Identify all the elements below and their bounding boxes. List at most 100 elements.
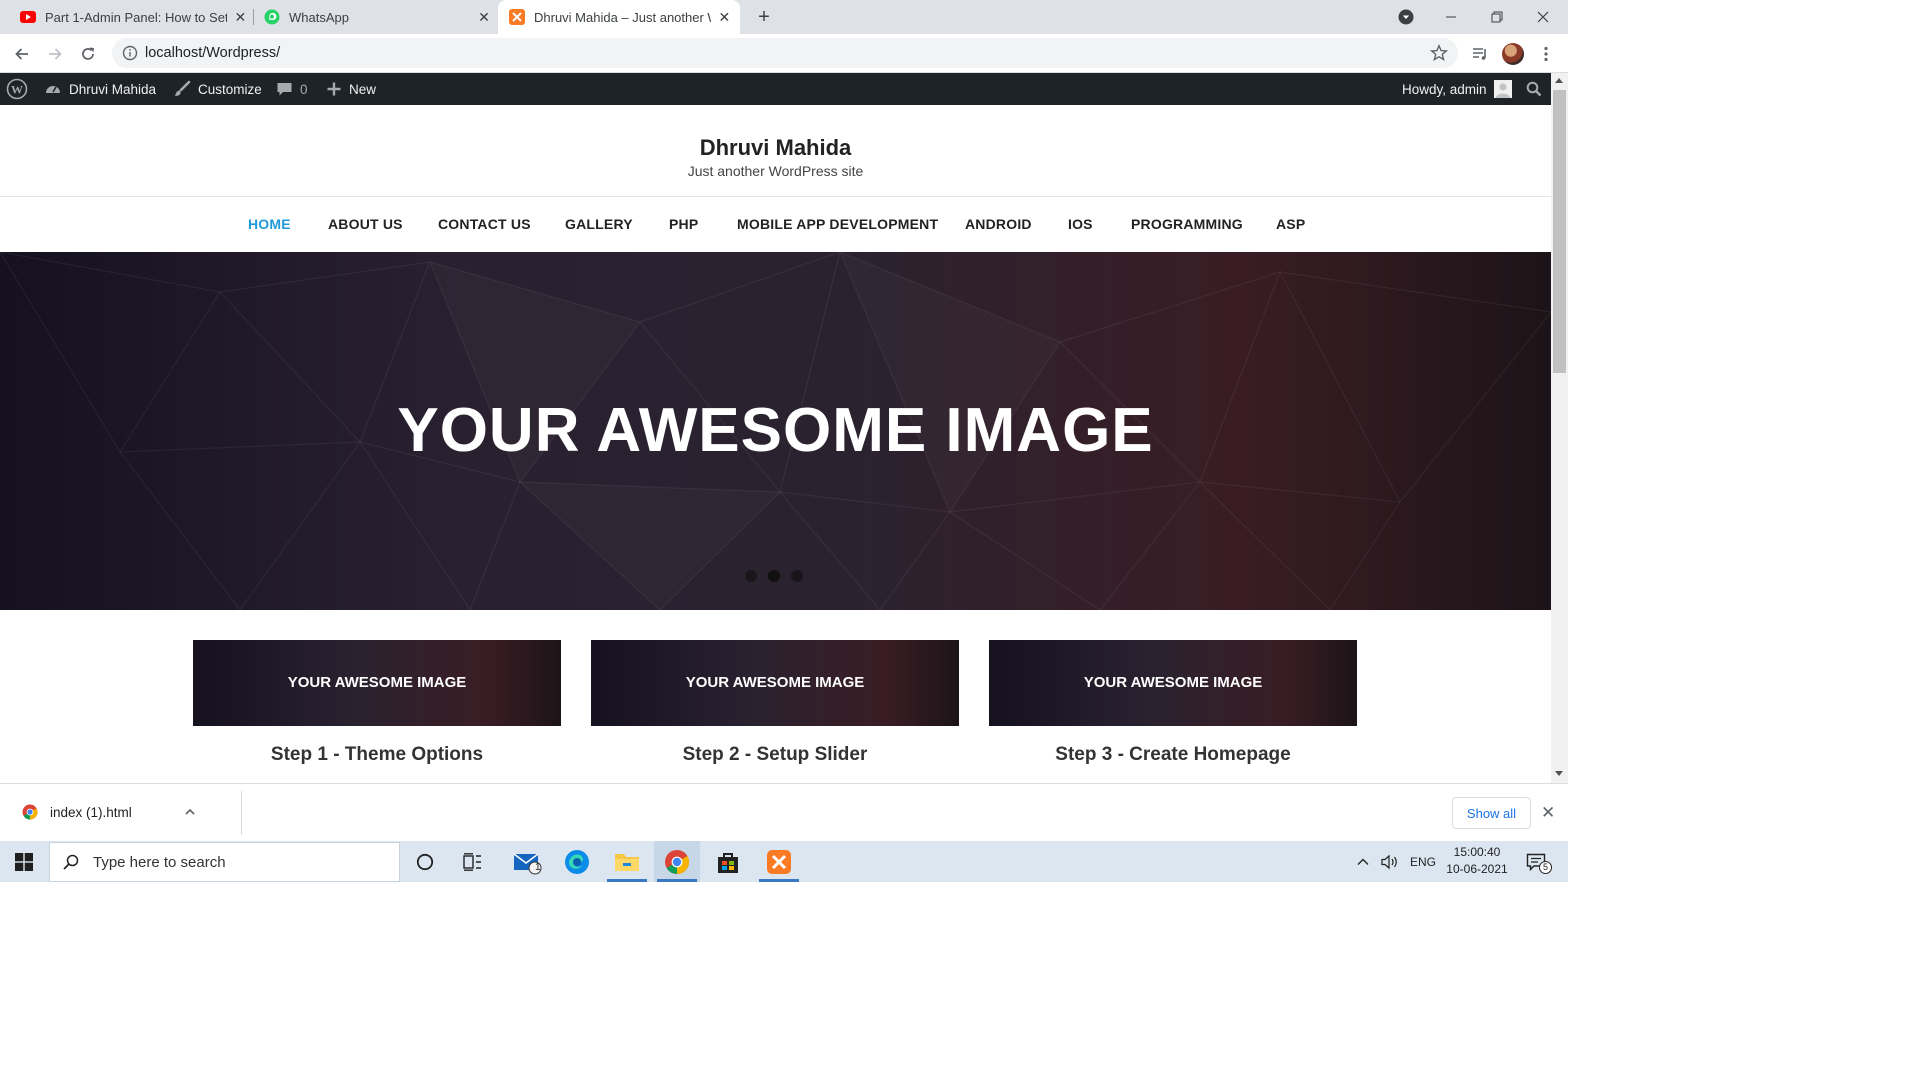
nav-android[interactable]: ANDROID (965, 216, 1032, 232)
card-image[interactable]: YOUR AWESOME IMAGE (591, 640, 959, 726)
reading-list-button[interactable] (1468, 42, 1492, 66)
xampp-icon (767, 849, 791, 874)
task-view-icon (463, 852, 481, 871)
store-button[interactable] (705, 841, 751, 882)
notification-badge: 5 (1539, 861, 1552, 874)
nav-gallery[interactable]: GALLERY (565, 216, 633, 232)
page-scrollbar[interactable] (1551, 73, 1568, 783)
new-content-menu[interactable]: New (326, 73, 376, 105)
bookmark-star-icon[interactable] (1430, 44, 1448, 62)
site-tagline: Just another WordPress site (687, 163, 864, 179)
site-title[interactable]: Dhruvi Mahida (0, 135, 1551, 161)
tab-title: WhatsApp (289, 9, 349, 25)
comments-link[interactable]: 0 (276, 73, 308, 105)
scroll-up-arrow[interactable] (1555, 78, 1563, 83)
feature-card-3: YOUR AWESOME IMAGE Step 3 - Create Homep… (989, 640, 1357, 766)
nav-asp[interactable]: ASP (1276, 216, 1305, 232)
scroll-down-arrow[interactable] (1555, 771, 1563, 776)
nav-home[interactable]: HOME (248, 216, 291, 232)
wordpress-logo-icon: W (6, 78, 28, 100)
windows-taskbar: Type here to search 1 ENG 15:00:40 10-06… (0, 841, 1568, 882)
close-tab-icon[interactable]: ✕ (476, 9, 492, 25)
task-view-button[interactable] (450, 841, 496, 882)
edge-button[interactable] (554, 841, 600, 882)
site-name-menu[interactable]: Dhruvi Mahida (44, 73, 156, 105)
customize-link[interactable]: Customize (173, 73, 262, 105)
minimize-icon (1446, 16, 1456, 18)
nav-about-us[interactable]: ABOUT US (328, 216, 403, 232)
info-icon[interactable] (122, 45, 138, 61)
card-image[interactable]: YOUR AWESOME IMAGE (989, 640, 1357, 726)
card-title[interactable]: Step 2 - Setup Slider (591, 744, 959, 766)
close-download-bar-icon[interactable]: ✕ (1541, 803, 1555, 823)
tab-whatsapp[interactable]: WhatsApp ✕ (256, 0, 492, 34)
tab-divider (253, 9, 254, 25)
wp-logo-menu[interactable]: W (6, 73, 35, 105)
action-center-button[interactable]: 5 (1516, 841, 1556, 882)
hero-heading: YOUR AWESOME IMAGE (397, 396, 1154, 465)
url-text[interactable]: localhost/Wordpress/ (145, 45, 280, 61)
nav-ios[interactable]: IOS (1068, 216, 1093, 232)
download-file-name: index (1).html (50, 804, 132, 820)
forward-button[interactable] (43, 42, 67, 66)
tab-title: Dhruvi Mahida – Just another W (534, 9, 711, 25)
nav-contact-us[interactable]: CONTACT US (438, 216, 531, 232)
show-all-button[interactable]: Show all (1452, 797, 1531, 829)
edge-browser-icon (565, 849, 589, 874)
nav-programming[interactable]: PROGRAMMING (1131, 216, 1243, 232)
tab-youtube[interactable]: Part 1-Admin Panel: How to Setu ✕ (12, 0, 248, 34)
tab-search-button[interactable] (1383, 0, 1429, 34)
browser-menu-button[interactable] (1534, 42, 1558, 66)
minimize-button[interactable] (1428, 0, 1474, 34)
clock-date: 10-06-2021 (1446, 862, 1508, 876)
close-icon (1537, 11, 1549, 23)
feature-card-1: YOUR AWESOME IMAGE Step 1 - Theme Option… (193, 640, 561, 766)
chrome-button[interactable] (654, 841, 700, 882)
download-item[interactable]: index (1).html (22, 804, 196, 820)
slider-dot-2[interactable] (768, 570, 780, 582)
new-tab-button[interactable]: + (753, 6, 775, 28)
comments-count: 0 (300, 81, 308, 97)
card-image[interactable]: YOUR AWESOME IMAGE (193, 640, 561, 726)
address-bar[interactable]: localhost/Wordpress/ (112, 38, 1458, 68)
mail-app-button[interactable]: 1 (502, 841, 552, 882)
paintbrush-icon (175, 80, 191, 96)
close-tab-icon[interactable]: ✕ (717, 9, 732, 25)
slider-dot-1[interactable] (745, 570, 757, 582)
speaker-icon[interactable] (1380, 854, 1400, 870)
new-label: New (349, 81, 377, 97)
card-title[interactable]: Step 1 - Theme Options (193, 744, 561, 766)
reload-button[interactable] (76, 42, 100, 66)
restore-button[interactable] (1474, 0, 1520, 34)
nav-mobile-app-development[interactable]: MOBILE APP DEVELOPMENT (737, 216, 938, 232)
profile-avatar[interactable] (1502, 43, 1524, 65)
input-language[interactable]: ENG (1410, 855, 1436, 869)
tab-wordpress[interactable]: Dhruvi Mahida – Just another W ✕ (498, 0, 740, 34)
primary-menu: HOME ABOUT US CONTACT US GALLERY PHP MOB… (0, 197, 1551, 252)
hero-slider[interactable]: YOUR AWESOME IMAGE (0, 252, 1551, 610)
close-tab-icon[interactable]: ✕ (233, 9, 248, 25)
start-button[interactable] (0, 841, 48, 882)
card-image-text: YOUR AWESOME IMAGE (287, 674, 467, 691)
chevron-up-icon[interactable] (184, 806, 196, 818)
chevron-up-icon[interactable] (1356, 855, 1370, 869)
close-window-button[interactable] (1520, 0, 1566, 34)
file-explorer-button[interactable] (604, 841, 650, 882)
reload-icon (82, 47, 94, 60)
account-menu[interactable]: Howdy, admin (1402, 73, 1519, 105)
user-avatar-icon (1493, 80, 1512, 98)
search-placeholder: Type here to search (93, 853, 226, 871)
scrollbar-thumb[interactable] (1553, 90, 1566, 373)
xampp-button[interactable] (756, 841, 802, 882)
taskbar-search-box[interactable]: Type here to search (49, 842, 400, 882)
card-title[interactable]: Step 3 - Create Homepage (989, 744, 1357, 766)
system-tray: ENG (1356, 841, 1436, 882)
admin-search-button[interactable] (1526, 73, 1549, 105)
slider-dot-3[interactable] (791, 570, 803, 582)
running-indicator (607, 879, 647, 882)
back-button[interactable] (10, 42, 34, 66)
kebab-menu-icon (1544, 46, 1548, 62)
system-clock[interactable]: 15:00:40 10-06-2021 (1444, 844, 1510, 878)
nav-php[interactable]: PHP (669, 216, 698, 232)
cortana-button[interactable] (402, 841, 448, 882)
